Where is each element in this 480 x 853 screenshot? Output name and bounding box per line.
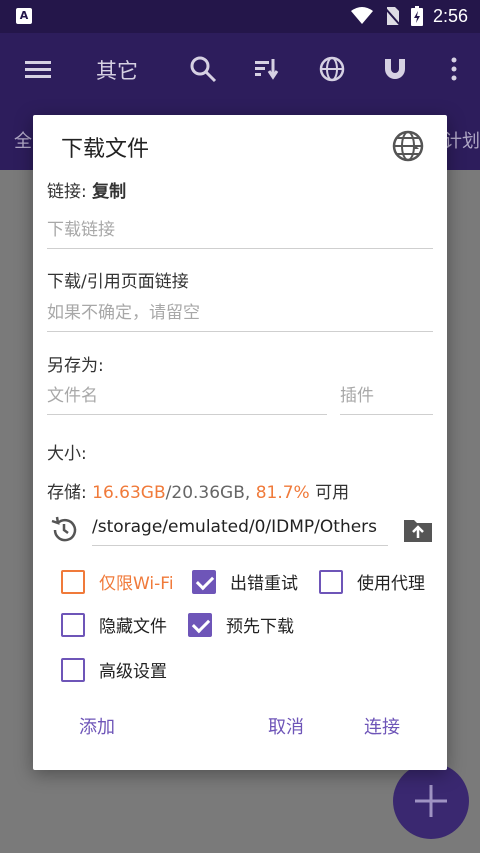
save-path-value: /storage/emulated/0/IDMP/Others — [92, 517, 378, 537]
copy-link-button[interactable]: 复制 — [92, 182, 126, 202]
folder-upload-icon[interactable] — [403, 517, 433, 543]
referer-link-input[interactable]: 如果不确定，请留空 — [47, 298, 433, 332]
hide-file-option[interactable]: 隐藏文件 — [61, 612, 167, 637]
status-bar: A 2:56 — [0, 0, 480, 33]
advanced-settings-label: 高级设置 — [99, 662, 167, 682]
referer-placeholder: 如果不确定，请留空 — [47, 303, 200, 323]
clock: 2:56 — [432, 5, 468, 26]
storage-percent: 81.7% — [255, 483, 310, 503]
plus-icon — [415, 785, 447, 817]
link-label-row: 链接: 复制 — [47, 177, 126, 202]
storage-label: 存储: — [47, 483, 87, 503]
save-as-label: 另存为: — [47, 356, 104, 376]
battery-icon — [410, 6, 423, 26]
link-label: 链接: — [47, 182, 87, 202]
magnet-icon[interactable] — [381, 55, 409, 83]
wifi-only-option[interactable]: 仅限Wi-Fi — [61, 569, 174, 594]
plugin-placeholder: 插件 — [340, 386, 374, 406]
dialog-title: 下载文件 — [61, 137, 150, 162]
download-link-placeholder: 下载链接 — [47, 220, 115, 240]
menu-icon[interactable] — [24, 55, 52, 83]
retry-on-error-checkbox[interactable] — [192, 569, 216, 594]
wifi-only-checkbox[interactable] — [61, 569, 85, 594]
storage-total: /20.36GB, — [165, 483, 251, 503]
storage-suffix: 可用 — [315, 483, 350, 503]
app-bar-title: 其它 — [96, 59, 138, 83]
add-button[interactable]: 添加 — [79, 713, 115, 739]
no-sim-icon — [384, 7, 401, 26]
cancel-button[interactable]: 取消 — [268, 713, 304, 739]
tab-scheduled[interactable]: 计划 — [444, 127, 480, 153]
more-options-icon[interactable] — [440, 55, 468, 83]
retry-on-error-option[interactable]: 出错重试 — [192, 569, 298, 594]
use-proxy-checkbox[interactable] — [319, 569, 343, 594]
app-notification-icon: A — [16, 8, 32, 24]
storage-free: 16.63GB — [92, 483, 166, 503]
hide-file-label: 隐藏文件 — [99, 617, 167, 637]
tab-all[interactable]: 全 — [14, 127, 32, 153]
advanced-settings-option[interactable]: 高级设置 — [61, 657, 167, 682]
use-proxy-option[interactable]: 使用代理 — [319, 569, 425, 594]
download-file-dialog: 下载文件 链接: 复制 下载链接 下载/引用页面链接 如果不确定，请留空 另存为… — [33, 115, 447, 770]
pre-download-label: 预先下载 — [226, 617, 294, 637]
retry-on-error-label: 出错重试 — [230, 574, 298, 594]
filename-placeholder: 文件名 — [47, 386, 98, 406]
search-icon[interactable] — [189, 55, 217, 83]
browser-globe-icon[interactable] — [318, 55, 346, 83]
add-download-fab[interactable] — [393, 763, 469, 839]
hide-file-checkbox[interactable] — [61, 612, 85, 637]
download-link-input[interactable]: 下载链接 — [47, 215, 433, 249]
connect-button[interactable]: 连接 — [364, 713, 400, 739]
pre-download-option[interactable]: 预先下载 — [188, 612, 294, 637]
pre-download-checkbox[interactable] — [188, 612, 212, 637]
advanced-settings-checkbox[interactable] — [61, 657, 85, 682]
filename-input[interactable]: 文件名 — [47, 381, 327, 415]
system-icons: 2:56 — [350, 5, 468, 27]
app-bar: 其它 — [0, 33, 480, 105]
size-label: 大小: — [47, 444, 87, 464]
wifi-only-label: 仅限Wi-Fi — [99, 574, 174, 594]
use-proxy-label: 使用代理 — [357, 574, 425, 594]
history-icon[interactable] — [49, 515, 79, 545]
save-path-input[interactable]: /storage/emulated/0/IDMP/Others — [92, 512, 388, 546]
sort-icon[interactable] — [253, 55, 281, 83]
referer-label: 下载/引用页面链接 — [47, 272, 189, 292]
browser-globe-icon[interactable] — [391, 129, 425, 163]
plugin-input[interactable]: 插件 — [340, 381, 433, 415]
wifi-icon — [350, 7, 373, 24]
storage-info: 存储: 16.63GB/20.36GB, 81.7% 可用 — [47, 478, 349, 503]
